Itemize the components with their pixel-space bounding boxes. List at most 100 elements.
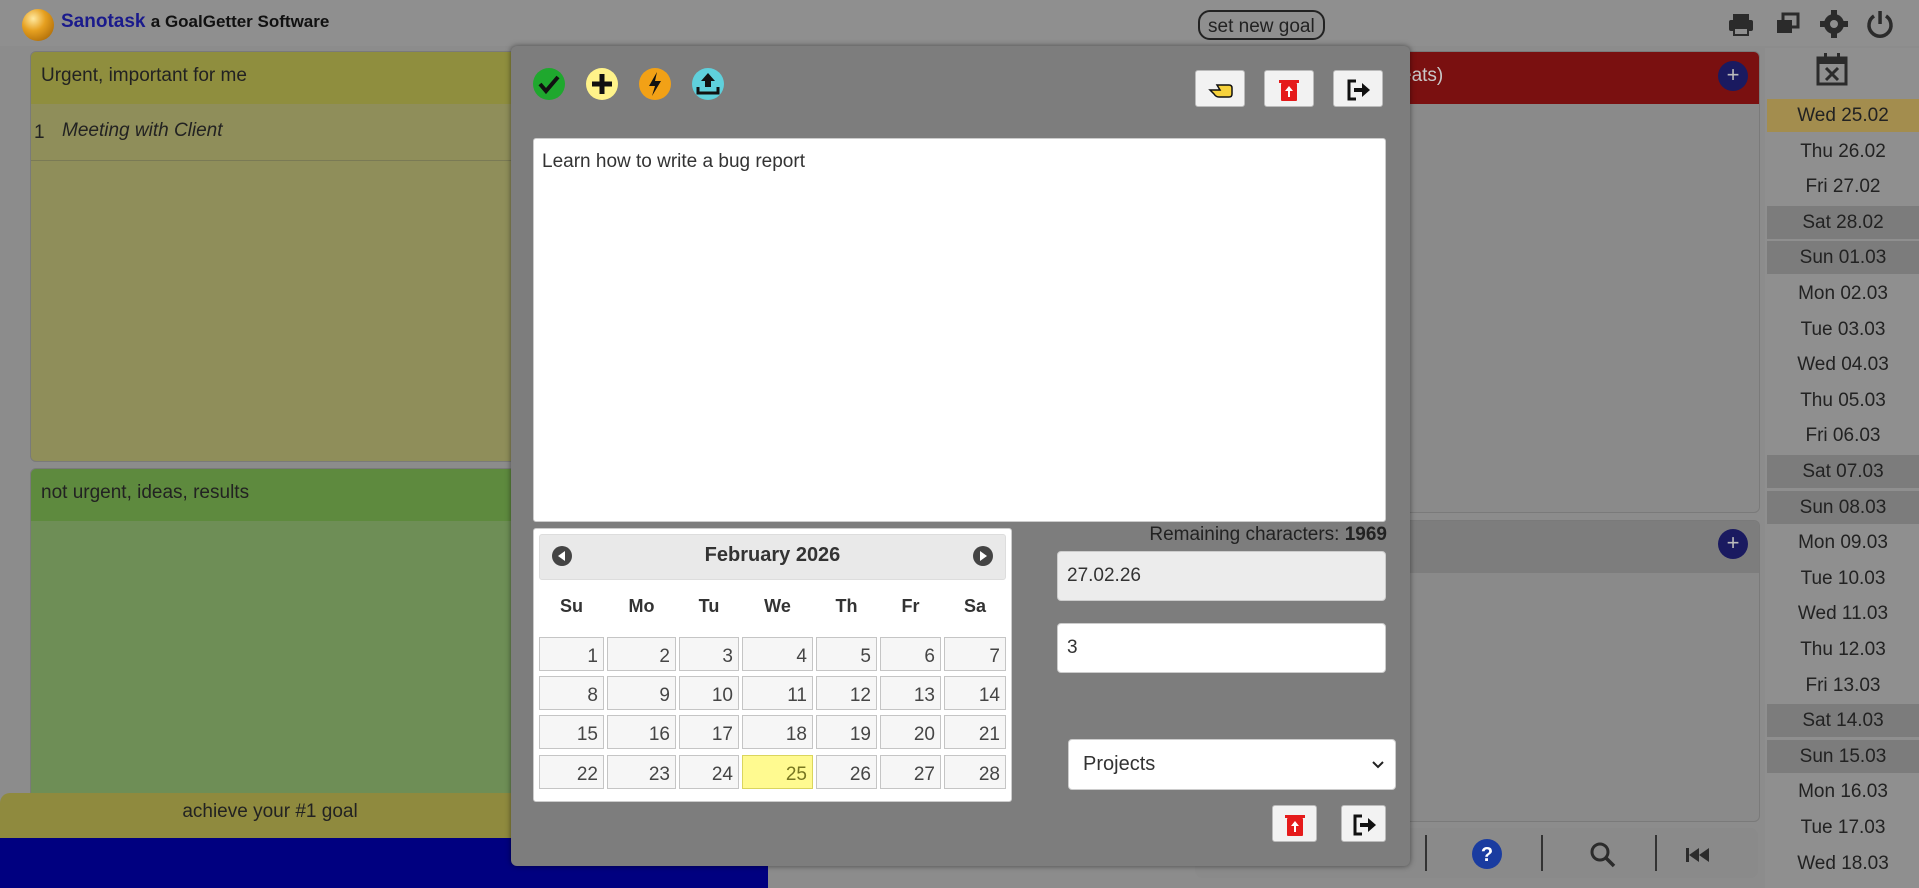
calendar-day[interactable]: 1 [539, 637, 604, 671]
date-item[interactable]: Tue 17.03 [1767, 811, 1919, 844]
sign-out-icon [1347, 79, 1370, 101]
svg-text:?: ? [1481, 844, 1493, 866]
toolbar-divider [1655, 835, 1657, 871]
calendar-day[interactable]: 9 [607, 676, 676, 710]
task-text-area[interactable]: Learn how to write a bug report [533, 138, 1386, 522]
date-item[interactable]: Sun 15.03 [1767, 740, 1919, 773]
set-new-goal-button[interactable]: set new goal [1198, 10, 1325, 40]
gear-icon[interactable] [1817, 8, 1851, 40]
calendar-day[interactable]: 24 [679, 755, 739, 789]
calendar-day[interactable]: 6 [880, 637, 941, 671]
weekday-header: Su [559, 596, 583, 616]
next-month-icon[interactable] [973, 546, 993, 566]
weekday-header: Tu [698, 596, 720, 616]
help-icon[interactable]: ? [1470, 837, 1504, 871]
calendar-day[interactable]: 23 [607, 755, 676, 789]
date-item[interactable]: Fri 13.03 [1767, 669, 1919, 702]
due-date-field[interactable]: 27.02.26 [1057, 551, 1386, 601]
calendar-day[interactable]: 27 [880, 755, 941, 789]
date-item[interactable]: Sun 01.03 [1767, 241, 1919, 274]
date-item[interactable]: Sat 07.03 [1767, 455, 1919, 488]
calendar-day[interactable]: 7 [944, 637, 1006, 671]
calendar-day[interactable]: 28 [944, 755, 1006, 789]
calendar-day[interactable]: 21 [944, 715, 1006, 749]
calendar-day[interactable]: 25 [742, 755, 813, 789]
calendar-x-icon[interactable] [1815, 51, 1849, 87]
prev-month-icon[interactable] [552, 546, 572, 566]
quadrant-title: not urgent, ideas, results [31, 469, 556, 521]
add-task-button[interactable]: + [1718, 61, 1748, 91]
calendar-day[interactable]: 10 [679, 676, 739, 710]
windows-icon[interactable] [1771, 8, 1805, 40]
weekday-header: We [764, 596, 791, 616]
check-icon[interactable] [532, 67, 566, 101]
calendar-day[interactable]: 2 [607, 637, 676, 671]
calendar-day[interactable]: 5 [816, 637, 877, 671]
date-item[interactable]: Mon 16.03 [1767, 775, 1919, 808]
exit-bottom-button[interactable] [1341, 805, 1386, 842]
category-select[interactable]: Projects [1068, 739, 1396, 790]
date-item[interactable]: Wed 11.03 [1767, 597, 1919, 630]
priority-field[interactable]: 3 [1057, 623, 1386, 673]
toolbar-divider [1541, 835, 1543, 871]
calendar-day[interactable]: 4 [742, 637, 813, 671]
weekday-header: Th [835, 596, 858, 616]
date-item[interactable]: Sun 08.03 [1767, 491, 1919, 524]
remaining-label: Remaining characters: [1149, 524, 1340, 545]
date-item[interactable]: Wed 04.03 [1767, 348, 1919, 381]
quadrant-title: eats) [1361, 52, 1759, 104]
date-item[interactable]: Sat 28.02 [1767, 206, 1919, 239]
quadrant-urgent-other: eats) [1360, 51, 1760, 513]
add-task-button[interactable]: + [1718, 529, 1748, 559]
brand-suffix: a GoalGetter Software [150, 12, 330, 31]
rewind-icon[interactable] [1683, 842, 1713, 868]
upload-icon[interactable] [691, 67, 725, 101]
calendar-day[interactable]: 8 [539, 676, 604, 710]
date-item[interactable]: Thu 26.02 [1767, 135, 1919, 168]
calendar-day[interactable]: 14 [944, 676, 1006, 710]
calendar-day[interactable]: 19 [816, 715, 877, 749]
quadrant-not-urgent: not urgent, ideas, results [30, 468, 557, 800]
calendar-day[interactable]: 15 [539, 715, 604, 749]
brand-name: Sanotask [61, 11, 146, 32]
calendar-day[interactable]: 18 [742, 715, 813, 749]
remaining-characters: Remaining characters: 1969 [1075, 524, 1387, 546]
lightning-icon[interactable] [638, 67, 672, 101]
search-icon[interactable] [1588, 840, 1618, 870]
power-icon[interactable] [1863, 8, 1897, 40]
date-item[interactable]: Sat 14.03 [1767, 704, 1919, 737]
calendar-day[interactable]: 11 [742, 676, 813, 710]
date-item[interactable]: Wed 25.02 [1767, 99, 1919, 132]
date-item[interactable]: Tue 10.03 [1767, 562, 1919, 595]
date-item[interactable]: Fri 06.03 [1767, 419, 1919, 452]
exit-button[interactable] [1333, 70, 1383, 107]
weekday-header: Fr [901, 596, 920, 616]
date-item[interactable]: Thu 05.03 [1767, 384, 1919, 417]
delete-button[interactable] [1264, 70, 1314, 107]
assign-button[interactable] [1195, 70, 1245, 107]
print-icon[interactable] [1724, 8, 1758, 40]
delete-bottom-button[interactable] [1272, 805, 1317, 842]
goal-bar[interactable]: achieve your #1 goal [0, 793, 540, 838]
date-item[interactable]: Wed 18.03 [1767, 847, 1919, 880]
add-icon[interactable] [585, 67, 619, 101]
quadrant-urgent-important: Urgent, important for me 1 Meeting with … [30, 51, 557, 462]
calendar-day[interactable]: 12 [816, 676, 877, 710]
calendar-day[interactable]: 13 [880, 676, 941, 710]
sign-out-icon [1353, 814, 1376, 836]
task-row[interactable]: 1 Meeting with Client [31, 107, 556, 161]
calendar-day[interactable]: 20 [880, 715, 941, 749]
date-item[interactable]: Mon 09.03 [1767, 526, 1919, 559]
date-item[interactable]: Thu 12.03 [1767, 633, 1919, 666]
toolbar-divider [1425, 835, 1427, 871]
calendar-day[interactable]: 3 [679, 637, 739, 671]
date-item[interactable]: Mon 02.03 [1767, 277, 1919, 310]
calendar-day[interactable]: 22 [539, 755, 604, 789]
calendar-day[interactable]: 17 [679, 715, 739, 749]
date-item[interactable]: Fri 27.02 [1767, 170, 1919, 203]
trash-icon [1279, 80, 1299, 101]
calendar-day[interactable]: 26 [816, 755, 877, 789]
calendar-day[interactable]: 16 [607, 715, 676, 749]
date-item[interactable]: Tue 03.03 [1767, 313, 1919, 346]
quadrant-title: Urgent, important for me [31, 52, 556, 104]
